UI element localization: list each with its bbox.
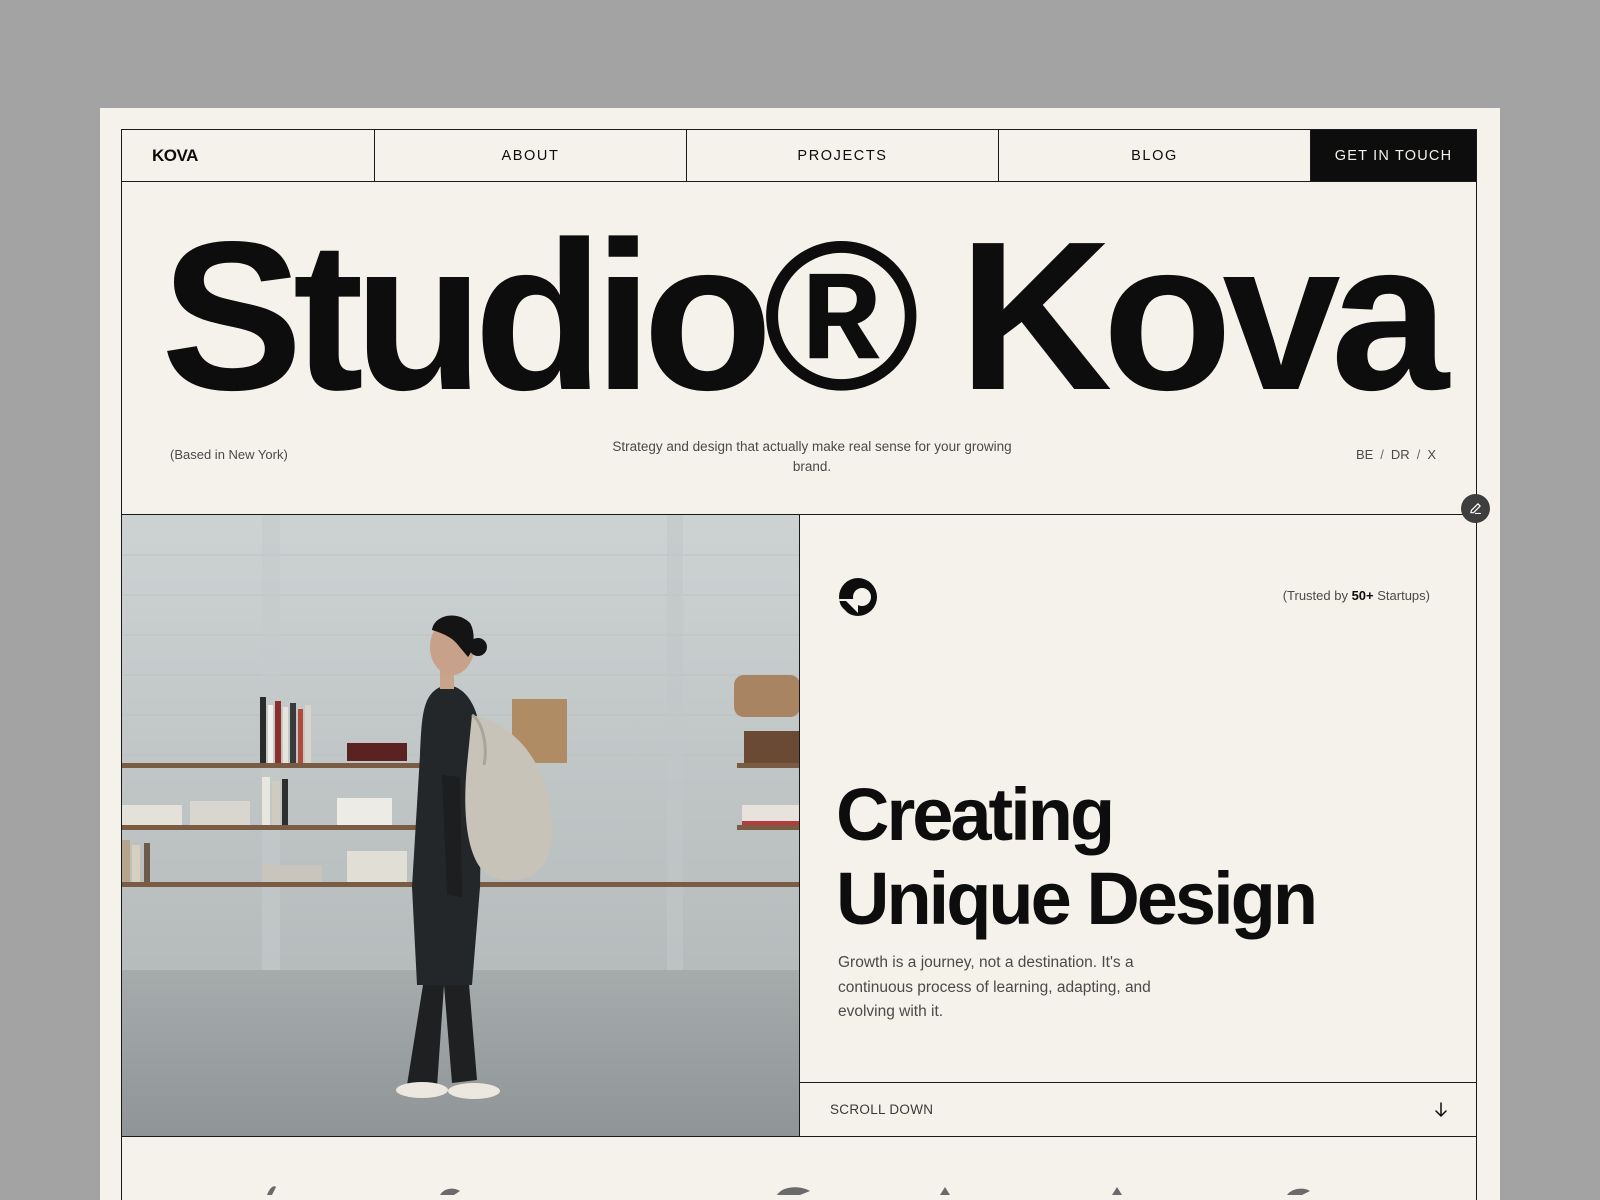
social-link-behance[interactable]: BE [1356,447,1373,462]
hero-photo [122,515,800,1136]
next-section-peek [122,1147,1476,1200]
edit-button[interactable] [1461,494,1490,523]
hero-panel: (Trusted by 50+ Startups) Creating Uniqu… [800,515,1476,1136]
trusted-badge: (Trusted by 50+ Startups) [1283,588,1430,603]
page-frame: KOVA ABOUT PROJECTS BLOG GET IN TOUCH St… [121,129,1490,1200]
scroll-down-label: SCROLL DOWN [830,1102,934,1117]
pencil-icon [1470,503,1481,515]
scroll-down-button[interactable]: SCROLL DOWN [800,1082,1476,1136]
social-separator: / [1380,447,1384,462]
hero-meta: (Based in New York) Strategy and design … [122,437,1476,487]
arrow-down-icon [1435,1101,1447,1117]
page: KOVA ABOUT PROJECTS BLOG GET IN TOUCH St… [100,108,1500,1200]
hero-title: Studio® Kova [161,225,1451,425]
hero-title-block: Studio® Kova [122,225,1476,425]
headline-line-1: Creating [836,773,1115,856]
hero-title-svg: Studio® Kova [161,225,1461,425]
social-links: BE / DR / X [1356,447,1436,462]
social-link-x[interactable]: X [1427,447,1436,462]
hero-subcopy: Growth is a journey, not a destination. … [838,954,1151,1020]
nav-item-blog[interactable]: BLOG [999,130,1311,181]
location-label: (Based in New York) [170,447,288,462]
nav-item-about[interactable]: ABOUT [375,130,687,181]
next-section-glyph-tops [267,1186,1310,1195]
social-link-dribbble[interactable]: DR [1391,447,1410,462]
trusted-count: 50+ [1351,588,1374,603]
get-in-touch-button[interactable]: GET IN TOUCH [1311,130,1476,181]
headline-line-2: Unique Design [836,857,1318,940]
headline: Creating Unique Design [836,773,1318,941]
nav-item-projects[interactable]: PROJECTS [687,130,999,181]
trusted-prefix: (Trusted by [1282,588,1352,603]
social-separator: / [1416,447,1421,462]
hero-grid: (Trusted by 50+ Startups) Creating Uniqu… [122,514,1476,1137]
hero-photo-illustration [122,515,799,1136]
trusted-suffix: Startups) [1373,588,1430,603]
hero-tagline: Strategy and design that actually make r… [612,439,1012,474]
nav-logo[interactable]: KOVA [122,130,375,181]
brand-mark-icon [839,578,877,616]
top-nav: KOVA ABOUT PROJECTS BLOG GET IN TOUCH [122,129,1476,182]
